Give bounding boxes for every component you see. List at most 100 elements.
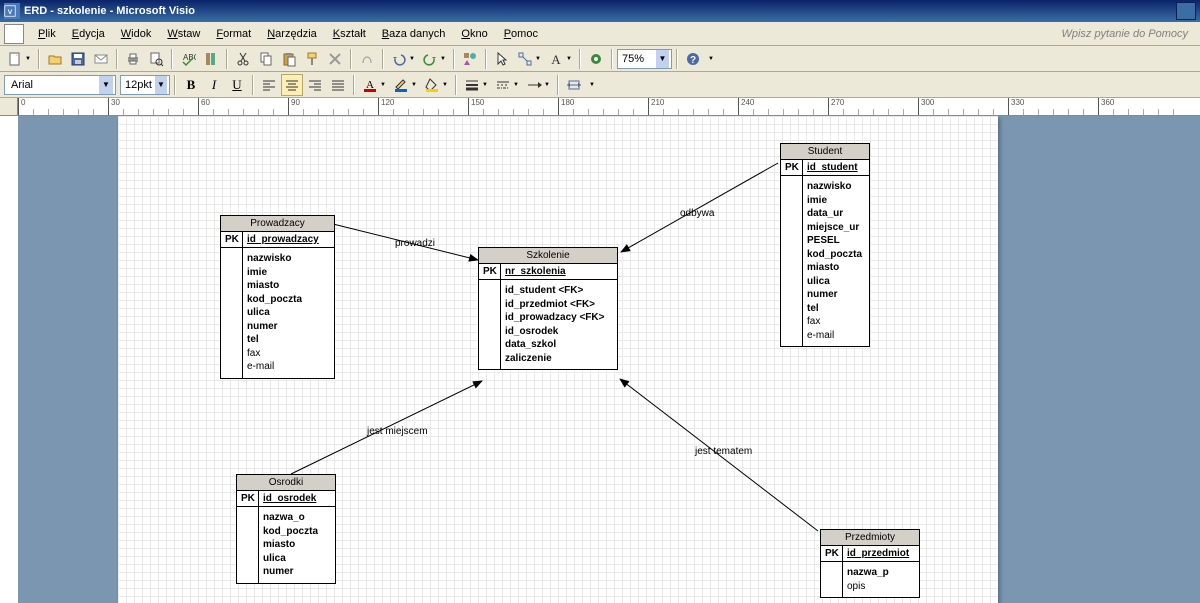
align-right-button[interactable] xyxy=(304,74,326,96)
entity-student[interactable]: Student PK id_student nazwiskoimiedata_u… xyxy=(780,143,870,347)
entity-title: Prowadzacy xyxy=(221,216,334,232)
redo-button[interactable]: ▼ xyxy=(419,48,449,70)
print-button[interactable] xyxy=(122,48,144,70)
pointer-tool-button[interactable] xyxy=(491,48,513,70)
connector-tool-button[interactable]: ▼ xyxy=(514,48,544,70)
save-button[interactable] xyxy=(67,48,89,70)
menu-pomoc[interactable]: Pomoc xyxy=(496,25,546,43)
fill-color-button[interactable]: ▼ xyxy=(421,74,451,96)
font-combo[interactable]: ▼ xyxy=(4,75,116,95)
bold-button[interactable]: B xyxy=(180,74,202,96)
menu-bar: PlikEdycjaWidokWstawFormatNarzędziaKszta… xyxy=(0,22,1200,46)
pk-attr: id_osrodek xyxy=(259,491,335,506)
format-shape-button[interactable] xyxy=(356,48,378,70)
line-color-button[interactable]: ▼ xyxy=(390,74,420,96)
entity-attribute: ulica xyxy=(247,306,330,320)
entity-attribute: tel xyxy=(247,333,330,347)
app-icon: V xyxy=(4,3,20,19)
line-pattern-button[interactable]: ▼ xyxy=(492,74,522,96)
auto-width-button[interactable] xyxy=(563,74,585,96)
entity-attribute: opis xyxy=(847,580,915,594)
minimize-button[interactable] xyxy=(1176,2,1196,20)
justify-button[interactable] xyxy=(327,74,349,96)
underline-button[interactable]: U xyxy=(226,74,248,96)
undo-button[interactable]: ▼ xyxy=(388,48,418,70)
document-icon xyxy=(4,24,24,44)
copy-button[interactable] xyxy=(255,48,277,70)
window-title: ERD - szkolenie - Microsoft Visio xyxy=(24,5,195,17)
horizontal-ruler: 0306090120150180210240270300330360 xyxy=(18,98,1200,116)
entity-przedmioty[interactable]: Przedmioty PK id_przedmiot nazwa_popis xyxy=(820,529,920,598)
entity-prowadzacy[interactable]: Prowadzacy PK id_prowadzacy nazwiskoimie… xyxy=(220,215,335,379)
align-left-button[interactable] xyxy=(258,74,280,96)
relation-label-jest-tematem: jest tematem xyxy=(693,445,754,458)
open-button[interactable] xyxy=(44,48,66,70)
font-color-button[interactable]: A▼ xyxy=(359,74,389,96)
entity-attribute: kod_poczta xyxy=(247,293,330,307)
entity-attribute: ulica xyxy=(807,275,865,289)
menu-widok[interactable]: Widok xyxy=(113,25,160,43)
pk-attr: nr_szkolenia xyxy=(501,264,617,279)
ink-button[interactable] xyxy=(585,48,607,70)
entity-osrodki[interactable]: Osrodki PK id_osrodek nazwa_okod_pocztam… xyxy=(236,474,336,584)
ruler-corner xyxy=(0,98,18,116)
entity-attribute: nazwa_p xyxy=(847,566,915,580)
entity-attribute: miasto xyxy=(263,538,331,552)
help-search-prompt[interactable]: Wpisz pytanie do Pomocy xyxy=(1061,28,1188,40)
entity-attribute: numer xyxy=(247,320,330,334)
entity-attribute: miasto xyxy=(807,261,865,275)
svg-text:V: V xyxy=(8,9,13,16)
entity-attribute: imie xyxy=(247,266,330,280)
font-size-combo[interactable]: ▼ xyxy=(120,75,170,95)
menu-baza-danych[interactable]: Baza danych xyxy=(374,25,454,43)
spell-check-button[interactable]: ABC xyxy=(177,48,199,70)
entity-attribute: e-mail xyxy=(807,329,865,343)
menu-okno[interactable]: Okno xyxy=(453,25,495,43)
relation-label-prowadzi: prowadzi xyxy=(393,237,437,250)
shapes-window-button[interactable] xyxy=(459,48,481,70)
menu-wstaw[interactable]: Wstaw xyxy=(159,25,208,43)
entity-title: Przedmioty xyxy=(821,530,919,546)
work-area: 1901801701601501401301201101009080706050… xyxy=(0,98,1200,603)
entity-attribute: data_szkol xyxy=(505,338,613,352)
help-button[interactable]: ? xyxy=(682,48,704,70)
canvas[interactable]: Prowadzacy PK id_prowadzacy nazwiskoimie… xyxy=(18,116,1200,603)
menu-format[interactable]: Format xyxy=(208,25,259,43)
svg-text:A: A xyxy=(551,52,561,67)
text-tool-button[interactable]: A▼ xyxy=(545,48,575,70)
cut-button[interactable] xyxy=(232,48,254,70)
email-button[interactable] xyxy=(90,48,112,70)
entity-szkolenie[interactable]: Szkolenie PK nr_szkolenia id_student <FK… xyxy=(478,247,618,370)
title-bar: V ERD - szkolenie - Microsoft Visio xyxy=(0,0,1200,22)
entity-title: Osrodki xyxy=(237,475,335,491)
menu-narzędzia[interactable]: Narzędzia xyxy=(259,25,325,43)
entity-title: Szkolenie xyxy=(479,248,617,264)
line-ends-button[interactable]: ▼ xyxy=(523,74,553,96)
research-button[interactable] xyxy=(200,48,222,70)
entity-attribute: fax xyxy=(247,347,330,361)
paste-button[interactable] xyxy=(278,48,300,70)
menu-plik[interactable]: Plik xyxy=(30,25,64,43)
italic-button[interactable]: I xyxy=(203,74,225,96)
entity-title: Student xyxy=(781,144,869,160)
menu-edycja[interactable]: Edycja xyxy=(64,25,113,43)
drawing-page[interactable]: Prowadzacy PK id_prowadzacy nazwiskoimie… xyxy=(118,116,998,603)
pk-attr: id_student xyxy=(803,160,869,175)
print-preview-button[interactable] xyxy=(145,48,167,70)
new-button[interactable]: ▼ xyxy=(4,48,34,70)
relation-label-odbywa: odbywa xyxy=(678,207,716,220)
entity-attribute: id_prowadzacy <FK> xyxy=(505,311,613,325)
toolbar-options-2-button[interactable]: ▼ xyxy=(586,74,596,96)
format-painter-button[interactable] xyxy=(301,48,323,70)
entity-attribute: fax xyxy=(807,315,865,329)
entity-attribute: tel xyxy=(807,302,865,316)
menu-kształt[interactable]: Kształt xyxy=(325,25,374,43)
entity-attribute: miasto xyxy=(247,279,330,293)
line-weight-button[interactable]: ▼ xyxy=(461,74,491,96)
entity-attribute: ulica xyxy=(263,552,331,566)
toolbar-options-button[interactable]: ▼ xyxy=(705,48,715,70)
format-toolbar: ▼ ▼ B I U A▼ ▼ ▼ ▼ ▼ ▼ ▼ xyxy=(0,72,1200,98)
delete-button[interactable] xyxy=(324,48,346,70)
align-center-button[interactable] xyxy=(281,74,303,96)
zoom-combo[interactable]: ▼ xyxy=(617,49,672,69)
